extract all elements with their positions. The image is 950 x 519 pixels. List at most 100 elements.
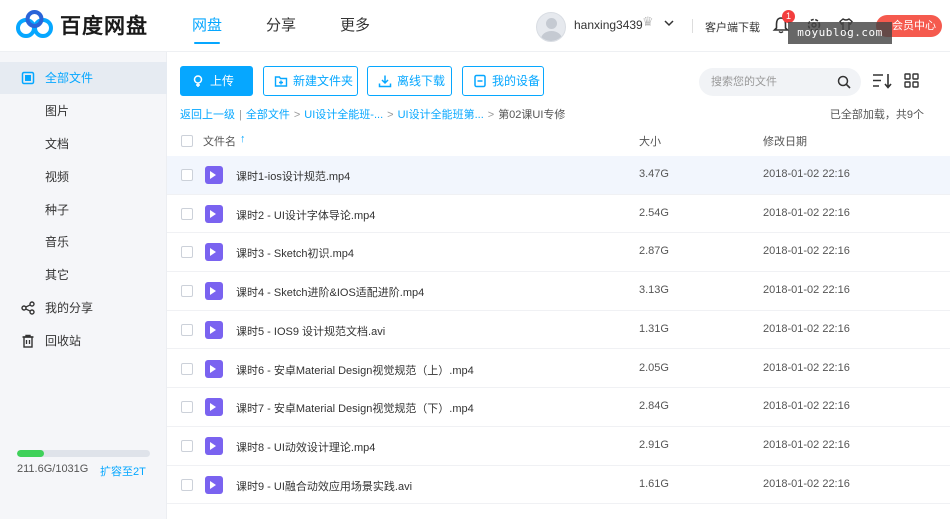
row-checkbox[interactable] <box>181 246 193 259</box>
table-row[interactable]: 课时7 - 安卓Material Design视觉规范（下）.mp4 2.84G 2… <box>167 388 950 427</box>
table-row[interactable]: 课时3 - Sketch初识.mp4 2.87G 2018-01-02 22:16 <box>167 233 950 273</box>
breadcrumb-separator: > <box>487 109 495 121</box>
client-download-link[interactable]: 客户端下载 <box>705 19 760 35</box>
breadcrumb: 返回上一级 | 全部文件 > UI设计全能班-... > UI设计全能班第... > 第02课U… <box>180 106 565 122</box>
breadcrumb-separator: > <box>293 109 301 121</box>
sidebar-item-label: 全部文件 <box>45 71 94 85</box>
nav-tab-share[interactable]: 分享 <box>266 0 296 52</box>
table-row[interactable]: 课时4 - Sketch进阶&IOS适配进阶.mp4 3.13G 2018-01-0… <box>167 272 950 311</box>
table-header: 文件名 ↑ 大小 修改日期 <box>167 128 950 154</box>
search-box <box>699 68 861 96</box>
file-modified-date: 2018-01-02 22:16 <box>763 245 850 258</box>
file-size: 2.87G <box>639 245 669 258</box>
sidebar-item-my-shares[interactable]: 我的分享 <box>0 292 167 324</box>
breadcrumb-current: 第02课UI专修 <box>498 109 566 121</box>
breadcrumb-divider: | <box>239 109 242 121</box>
sidebar-item-other[interactable]: 其它 <box>0 259 167 291</box>
table-row[interactable]: 课时5 - IOS9 设计规范文档.avi 1.31G 2018-01-02 22:… <box>167 311 950 350</box>
file-name[interactable]: 课时2 - UI设计字体导论.mp4 <box>236 207 375 223</box>
table-row[interactable]: 课时1-ios设计规范.mp4 3.47G 2018-01-02 22:16 <box>167 156 950 195</box>
file-size: 1.61G <box>639 477 669 490</box>
search-input[interactable] <box>711 68 831 96</box>
upload-button[interactable]: 上传 <box>180 66 253 96</box>
new-folder-label: 新建文件夹 <box>293 74 354 88</box>
upload-icon <box>193 75 203 87</box>
sidebar-item-videos[interactable]: 视频 <box>0 161 167 193</box>
row-checkbox[interactable] <box>181 439 193 452</box>
row-checkbox[interactable] <box>181 478 193 491</box>
sidebar-item-all-files[interactable]: 全部文件 <box>0 62 167 94</box>
brand-logo[interactable]: 百度网盘 <box>16 10 148 40</box>
video-file-icon <box>205 475 223 494</box>
sort-icon[interactable] <box>872 72 892 90</box>
sidebar-item-label: 种子 <box>45 203 70 217</box>
breadcrumb-item[interactable]: UI设计全能班第... <box>398 106 484 122</box>
grid-view-icon[interactable] <box>904 73 919 88</box>
row-checkbox[interactable] <box>181 207 193 220</box>
sidebar-item-recycle-bin[interactable]: 回收站 <box>0 325 167 357</box>
row-checkbox[interactable] <box>181 169 193 181</box>
file-size: 3.47G <box>639 168 669 180</box>
row-checkbox[interactable] <box>181 362 193 375</box>
offline-download-button[interactable]: 离线下载 <box>367 66 452 96</box>
file-modified-date: 2018-01-02 22:16 <box>763 168 850 180</box>
username[interactable]: hanxing3439 <box>574 18 643 32</box>
file-name[interactable]: 课时5 - IOS9 设计规范文档.avi <box>236 323 385 339</box>
file-name[interactable]: 课时3 - Sketch初识.mp4 <box>236 245 354 261</box>
file-name[interactable]: 课时6 - 安卓Material Design视觉规范（上）.mp4 <box>236 362 474 378</box>
sidebar-item-documents[interactable]: 文档 <box>0 128 167 160</box>
column-header-name[interactable]: 文件名 <box>203 133 236 149</box>
breadcrumb-back[interactable]: 返回上一级 <box>180 106 235 122</box>
file-modified-date: 2018-01-02 22:16 <box>763 477 850 490</box>
site-watermark: moyublog.com <box>788 22 892 44</box>
sidebar-item-torrents[interactable]: 种子 <box>0 194 167 226</box>
file-size: 2.84G <box>639 400 669 413</box>
my-devices-label: 我的设备 <box>492 74 541 88</box>
file-name[interactable]: 课时7 - 安卓Material Design视觉规范（下）.mp4 <box>236 400 474 416</box>
row-checkbox[interactable] <box>181 323 193 336</box>
chevron-down-icon[interactable] <box>664 18 674 28</box>
nav-tab-netdisk[interactable]: 网盘 <box>192 0 222 52</box>
expand-storage-link[interactable]: 扩容至2T <box>100 463 146 479</box>
video-file-icon <box>205 166 223 184</box>
select-all-checkbox[interactable] <box>181 135 193 147</box>
offline-download-label: 离线下载 <box>397 74 446 88</box>
row-checkbox[interactable] <box>181 285 193 298</box>
storage-quota-fill <box>17 450 45 457</box>
video-file-icon <box>205 320 223 339</box>
breadcrumb-item[interactable]: 全部文件 <box>246 106 290 122</box>
sidebar-item-label: 视频 <box>45 170 70 184</box>
file-name[interactable]: 课时9 - UI融合动效应用场景实践.avi <box>236 478 412 494</box>
file-size: 1.31G <box>639 322 669 335</box>
load-status: 已全部加载，共9个 <box>829 109 924 121</box>
sidebar-item-images[interactable]: 图片 <box>0 95 167 127</box>
my-devices-button[interactable]: 我的设备 <box>462 66 544 96</box>
file-name[interactable]: 课时4 - Sketch进阶&IOS适配进阶.mp4 <box>236 284 424 300</box>
breadcrumb-item[interactable]: UI设计全能班-... <box>304 106 383 122</box>
sidebar-item-label: 回收站 <box>45 334 82 348</box>
video-file-icon <box>205 359 223 378</box>
column-header-date[interactable]: 修改日期 <box>763 133 807 149</box>
row-checkbox[interactable] <box>181 401 193 414</box>
nav-tab-more[interactable]: 更多 <box>340 0 370 52</box>
column-header-size[interactable]: 大小 <box>639 133 661 149</box>
table-row[interactable]: 课时9 - UI融合动效应用场景实践.avi 1.61G 2018-01-02 22… <box>167 466 950 505</box>
user-avatar[interactable] <box>536 12 566 42</box>
sidebar: 全部文件 图片 文档 视频 种子 音乐 其它 我的分享 回收站 211.6G/1… <box>0 52 167 519</box>
sort-asc-icon[interactable]: ↑ <box>240 133 246 145</box>
trash-icon <box>22 334 34 348</box>
table-row[interactable]: 课时6 - 安卓Material Design视觉规范（上）.mp4 2.05G 2… <box>167 350 950 389</box>
file-name[interactable]: 课时1-ios设计规范.mp4 <box>236 168 350 184</box>
table-row[interactable]: 课时8 - UI动效设计理论.mp4 2.91G 2018-01-02 22:16 <box>167 427 950 466</box>
video-file-icon <box>205 436 223 455</box>
sidebar-item-music[interactable]: 音乐 <box>0 226 167 258</box>
search-icon[interactable] <box>837 75 851 89</box>
share-icon <box>21 301 35 315</box>
new-folder-button[interactable]: 新建文件夹 <box>263 66 358 96</box>
file-modified-date: 2018-01-02 22:16 <box>763 361 850 374</box>
table-row[interactable]: 课时2 - UI设计字体导论.mp4 2.54G 2018-01-02 22:16 <box>167 195 950 234</box>
file-name[interactable]: 课时8 - UI动效设计理论.mp4 <box>236 439 375 455</box>
video-file-icon <box>205 243 223 262</box>
brand-name: 百度网盘 <box>60 15 148 38</box>
add-folder-icon <box>274 76 288 87</box>
